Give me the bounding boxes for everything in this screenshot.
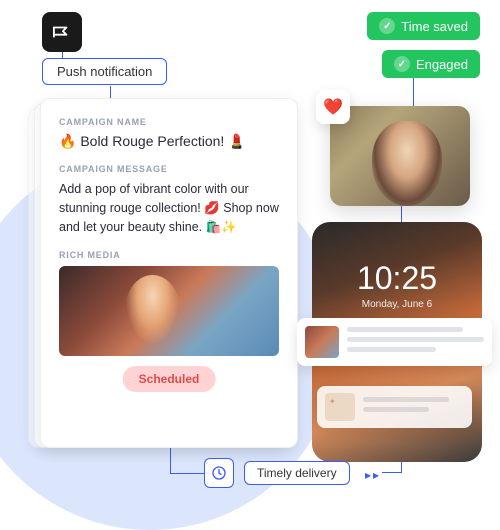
campaign-message-label: CAMPAIGN MESSAGE: [59, 164, 279, 174]
benefit-text: Time saved: [401, 19, 468, 34]
user-avatar-card: [330, 106, 470, 206]
heart-reaction-badge[interactable]: ❤️: [316, 90, 350, 124]
benefit-badge-time-saved: Time saved: [367, 12, 480, 40]
text-placeholder: [347, 327, 463, 332]
campaign-name-label: CAMPAIGN NAME: [59, 117, 279, 127]
push-notification-label: Push notification: [42, 58, 167, 85]
phone-time: 10:25: [326, 260, 468, 297]
check-icon: [379, 18, 395, 34]
campaign-message: Add a pop of vibrant color with our stun…: [59, 180, 279, 236]
arrow-icon: ▸▸: [365, 468, 381, 482]
clock-badge: [204, 458, 234, 488]
lockscreen-notification[interactable]: [317, 386, 472, 428]
flag-icon: [53, 25, 71, 39]
rich-media-label: RICH MEDIA: [59, 250, 279, 260]
text-placeholder: [363, 407, 429, 412]
clock-icon: [211, 465, 227, 481]
connector-line: [170, 448, 171, 473]
benefit-text: Engaged: [416, 57, 468, 72]
campaign-name: 🔥 Bold Rouge Perfection! 💄: [59, 133, 279, 150]
campaign-card-stack: CAMPAIGN NAME 🔥 Bold Rouge Perfection! 💄…: [28, 98, 286, 448]
notification-content: [363, 397, 464, 417]
check-icon: [394, 56, 410, 72]
text-placeholder: [347, 337, 484, 342]
connector-line: [413, 78, 414, 108]
lockscreen-notification[interactable]: [297, 318, 492, 366]
phone-date: Monday, June 6: [326, 299, 468, 310]
notification-content: [347, 327, 484, 357]
notification-thumbnail: [305, 326, 339, 358]
app-logo: [42, 12, 82, 52]
notification-thumbnail: [325, 393, 355, 421]
rich-media-preview[interactable]: [59, 266, 279, 356]
text-placeholder: [347, 347, 436, 352]
benefit-badge-engaged: Engaged: [382, 50, 480, 78]
text-placeholder: [363, 397, 449, 402]
timely-delivery-label: Timely delivery: [244, 461, 350, 485]
campaign-card[interactable]: CAMPAIGN NAME 🔥 Bold Rouge Perfection! 💄…: [40, 98, 298, 448]
connector-line: [382, 472, 402, 473]
status-badge: Scheduled: [123, 366, 216, 392]
